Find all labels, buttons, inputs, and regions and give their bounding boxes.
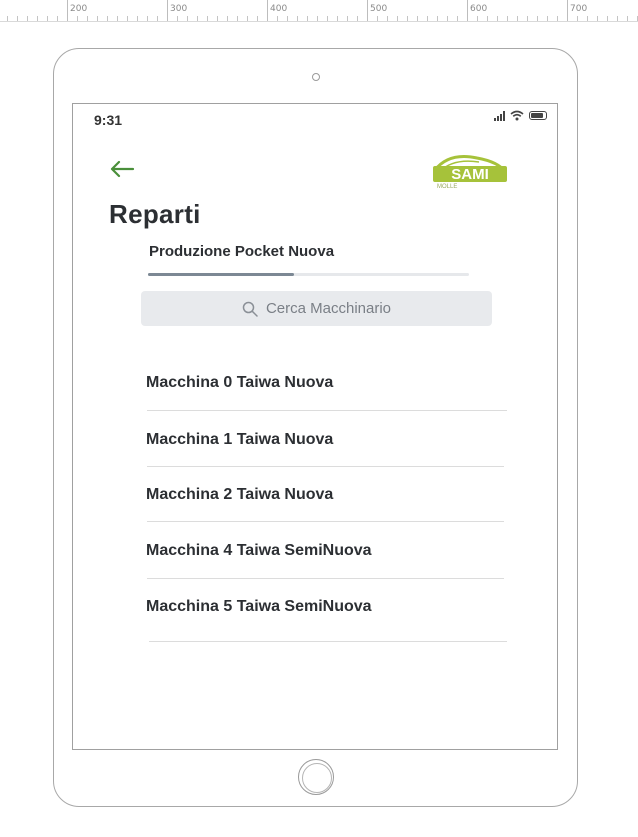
ruler-minor-tick <box>407 16 408 21</box>
ruler-minor-tick <box>237 16 238 21</box>
ruler-minor-tick <box>527 16 528 21</box>
ruler-label: 400 <box>270 4 288 14</box>
logo-subtext: MOLLE <box>437 184 457 190</box>
search-icon <box>242 301 258 317</box>
ruler-minor-tick <box>147 16 148 21</box>
ruler-minor-tick <box>617 16 618 21</box>
ruler-minor-tick <box>517 16 518 21</box>
ruler-minor-tick <box>587 16 588 21</box>
ruler-minor-tick <box>97 16 98 21</box>
ruler-minor-tick <box>247 16 248 21</box>
list-divider <box>149 641 507 642</box>
ruler-major-tick <box>567 0 568 21</box>
status-icons <box>494 110 547 121</box>
wifi-icon <box>510 110 524 121</box>
ruler-minor-tick <box>457 16 458 21</box>
ruler-major-tick <box>167 0 168 21</box>
ruler-minor-tick <box>437 16 438 21</box>
cellular-signal-icon <box>494 110 505 121</box>
ruler-minor-tick <box>547 16 548 21</box>
ruler-minor-tick <box>197 16 198 21</box>
ruler-minor-tick <box>417 16 418 21</box>
ruler-minor-tick <box>377 16 378 21</box>
ruler-minor-tick <box>227 16 228 21</box>
ruler-minor-tick <box>27 16 28 21</box>
ruler-minor-tick <box>117 16 118 21</box>
ruler-label: 700 <box>570 4 588 14</box>
ruler-minor-tick <box>627 16 628 21</box>
ruler-minor-tick <box>597 16 598 21</box>
list-item-machine[interactable]: Macchina 1 Taiwa Nuova <box>146 431 333 451</box>
ruler-minor-tick <box>387 16 388 21</box>
search-placeholder: Cerca Macchinario <box>265 300 392 317</box>
ruler-minor-tick <box>607 16 608 21</box>
ruler-minor-tick <box>37 16 38 21</box>
search-input[interactable]: Cerca Macchinario <box>141 291 492 326</box>
home-button[interactable] <box>298 759 334 795</box>
list-item-machine[interactable]: Macchina 5 Taiwa SemiNuova <box>146 598 372 618</box>
app-screen: 9:31 SAMI MOLLE Reparti Produzione Pocke… <box>72 103 558 750</box>
sami-molle-logo: SAMI MOLLE <box>433 155 507 190</box>
ruler-minor-tick <box>257 16 258 21</box>
ruler-minor-tick <box>537 16 538 21</box>
ruler-minor-tick <box>137 16 138 21</box>
ruler-major-tick <box>467 0 468 21</box>
status-time: 9:31 <box>94 112 123 128</box>
ruler-label: 600 <box>470 4 488 14</box>
ruler-minor-tick <box>187 16 188 21</box>
ruler-minor-tick <box>337 16 338 21</box>
ruler-minor-tick <box>397 16 398 21</box>
tab-produzione-pocket-nuova[interactable]: Produzione Pocket Nuova <box>149 243 334 260</box>
ruler-minor-tick <box>357 16 358 21</box>
back-arrow-icon[interactable] <box>107 156 137 182</box>
ruler-minor-tick <box>427 16 428 21</box>
ruler-major-tick <box>67 0 68 21</box>
ruler-minor-tick <box>217 16 218 21</box>
ruler-minor-tick <box>507 16 508 21</box>
ruler-label: 300 <box>170 4 188 14</box>
ruler-label: 200 <box>70 4 88 14</box>
camera-icon <box>312 73 320 81</box>
ruler-minor-tick <box>207 16 208 21</box>
ruler-minor-tick <box>557 16 558 21</box>
ruler: 200 300 400 500 600 700 <box>0 0 638 22</box>
ruler-minor-tick <box>497 16 498 21</box>
ruler-minor-tick <box>447 16 448 21</box>
ruler-minor-tick <box>317 16 318 21</box>
ruler-minor-tick <box>17 16 18 21</box>
ruler-minor-tick <box>87 16 88 21</box>
list-divider <box>147 578 504 579</box>
list-divider <box>147 410 507 411</box>
ruler-minor-tick <box>127 16 128 21</box>
ruler-minor-tick <box>277 16 278 21</box>
ruler-minor-tick <box>47 16 48 21</box>
list-item-machine[interactable]: Macchina 0 Taiwa Nuova <box>146 374 333 394</box>
ruler-label: 500 <box>370 4 388 14</box>
page-title: Reparti <box>109 199 201 229</box>
ruler-major-tick <box>267 0 268 21</box>
list-divider <box>147 521 504 522</box>
list-divider <box>147 466 504 467</box>
ruler-minor-tick <box>327 16 328 21</box>
ruler-minor-tick <box>7 16 8 21</box>
ruler-minor-tick <box>307 16 308 21</box>
ruler-minor-tick <box>177 16 178 21</box>
list-item-machine[interactable]: Macchina 4 Taiwa SemiNuova <box>146 542 372 562</box>
ruler-minor-tick <box>477 16 478 21</box>
ruler-minor-tick <box>57 16 58 21</box>
list-item-machine[interactable]: Macchina 2 Taiwa Nuova <box>146 486 333 506</box>
tab-active-indicator <box>148 273 294 276</box>
ruler-minor-tick <box>107 16 108 21</box>
logo-text: SAMI <box>451 166 489 183</box>
battery-icon <box>529 111 547 120</box>
ruler-minor-tick <box>487 16 488 21</box>
ruler-minor-tick <box>347 16 348 21</box>
ruler-minor-tick <box>77 16 78 21</box>
ruler-minor-tick <box>577 16 578 21</box>
ruler-minor-tick <box>297 16 298 21</box>
ruler-major-tick <box>367 0 368 21</box>
ruler-minor-tick <box>157 16 158 21</box>
ruler-minor-tick <box>287 16 288 21</box>
